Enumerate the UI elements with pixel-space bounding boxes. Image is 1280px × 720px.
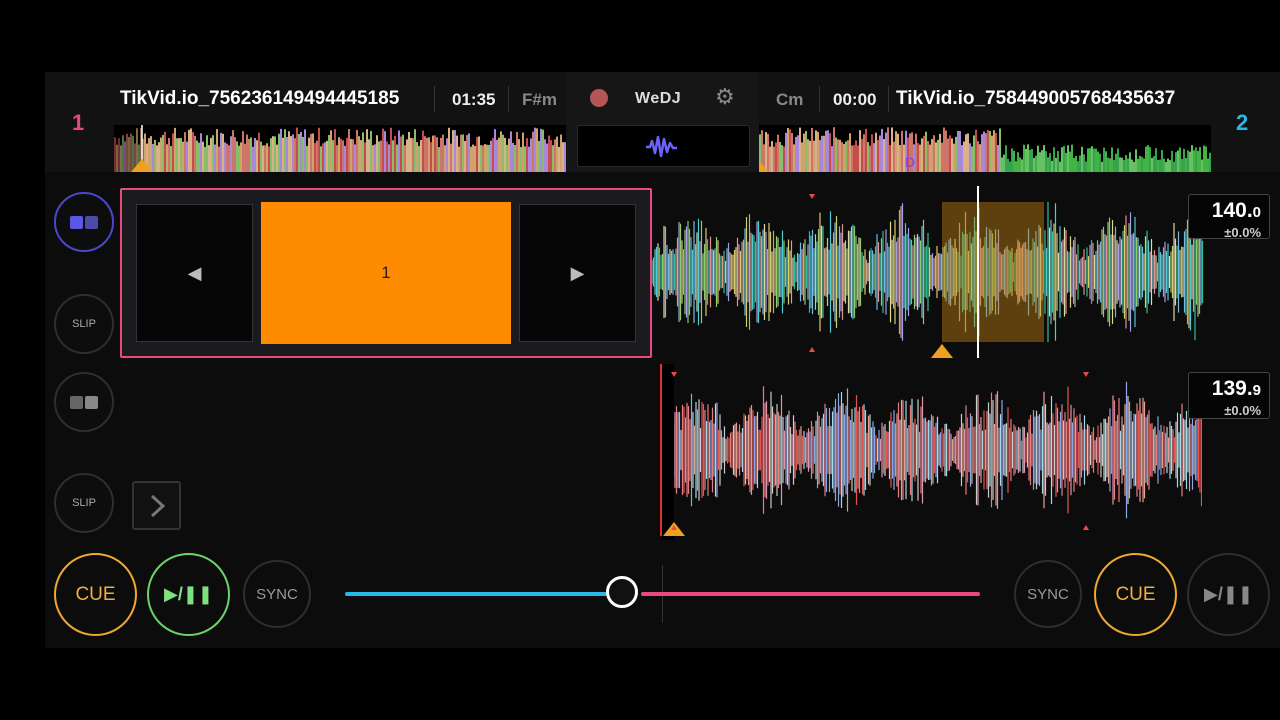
chevron-right-icon: [150, 494, 165, 517]
deck1-bpm-decimal: 0: [1252, 204, 1261, 221]
deck2-key: Cm: [776, 90, 804, 109]
crossfader-track-right[interactable]: [641, 592, 980, 596]
deck1-title[interactable]: TikVid.io_756236149494445185: [120, 88, 430, 114]
deck2-cue-button[interactable]: CUE: [1094, 553, 1177, 636]
pad-mode-icon: [70, 215, 83, 229]
deck2-slip-button[interactable]: SLIP: [54, 473, 114, 533]
deck1-play-pause-button[interactable]: ▶/❚❚: [147, 553, 230, 636]
deck2-waveform[interactable]: [660, 364, 1202, 540]
deck2-overview-svg: [759, 127, 1211, 172]
deck2-play-pause-button[interactable]: ▶/❚❚: [1187, 553, 1270, 636]
deck2-bpm-display[interactable]: 139.9 ±0.0%: [1188, 372, 1270, 419]
hot-cue-pad-1[interactable]: 1: [261, 202, 511, 344]
deck1-bpm-display[interactable]: 140.0 ±0.0%: [1188, 194, 1270, 240]
deck1-pitch: ±0.0%: [1224, 225, 1261, 240]
divider: [434, 86, 435, 112]
top-bar: 1 TikVid.io_756236149494445185 01:35 F#m…: [45, 72, 1280, 172]
deck1-key: F#m: [522, 90, 557, 109]
pad-mode-icon: [85, 395, 98, 409]
divider: [819, 86, 820, 112]
crossfader-knob[interactable]: [606, 576, 638, 608]
pad-prev-button[interactable]: ◀: [136, 204, 253, 342]
deck2-title[interactable]: TikVid.io_758449005768435637: [896, 88, 1208, 114]
deck1-cue-button[interactable]: CUE: [54, 553, 137, 636]
brand-logo: WeDJ: [635, 90, 682, 107]
slip-label: SLIP: [72, 318, 96, 330]
deck2-time: 00:00: [833, 90, 877, 109]
deck2-number: 2: [1236, 110, 1249, 135]
pad-mode-icon: [70, 395, 83, 409]
record-icon[interactable]: [590, 89, 608, 107]
deck2-title-fade: [1170, 88, 1210, 114]
divider: [508, 86, 509, 112]
deck1-number: 1: [72, 110, 85, 135]
slip-label: SLIP: [72, 497, 96, 509]
deck2-bpm-decimal: 9: [1252, 382, 1261, 399]
cue-marker-label: D: [905, 154, 916, 170]
pad-mode-icon: [85, 215, 98, 229]
divider: [888, 86, 889, 112]
gear-icon[interactable]: ⚙: [715, 86, 735, 108]
deck1-overview-svg: [114, 125, 566, 172]
deck1-time: 01:35: [452, 90, 496, 109]
crossfader-track-left[interactable]: [345, 592, 625, 596]
pad-next-button[interactable]: ▶: [519, 204, 636, 342]
deck1-sync-button[interactable]: SYNC: [243, 560, 311, 628]
deck2-pad-mode-button[interactable]: [54, 372, 114, 432]
waveform-view-button[interactable]: [577, 125, 750, 167]
deck1-slip-button[interactable]: SLIP: [54, 294, 114, 354]
deck1-pad-mode-button[interactable]: [54, 192, 114, 252]
dj-app: 1 TikVid.io_756236149494445185 01:35 F#m…: [45, 72, 1280, 648]
deck1-waveform[interactable]: [652, 186, 1204, 358]
deck2-pitch: ±0.0%: [1224, 403, 1261, 418]
expand-button[interactable]: [132, 481, 181, 530]
deck1-pad-panel: ◀ 1 ▶: [120, 188, 652, 358]
deck1-overview-waveform[interactable]: [114, 125, 566, 172]
deck2-sync-button[interactable]: SYNC: [1014, 560, 1082, 628]
center-panel: WeDJ ⚙: [567, 72, 759, 172]
deck1-bpm: 140.: [1211, 199, 1253, 222]
waveform-icon: [646, 135, 677, 158]
deck2-bpm: 139.: [1211, 377, 1253, 400]
deck2-overview-waveform[interactable]: D: [759, 125, 1211, 172]
